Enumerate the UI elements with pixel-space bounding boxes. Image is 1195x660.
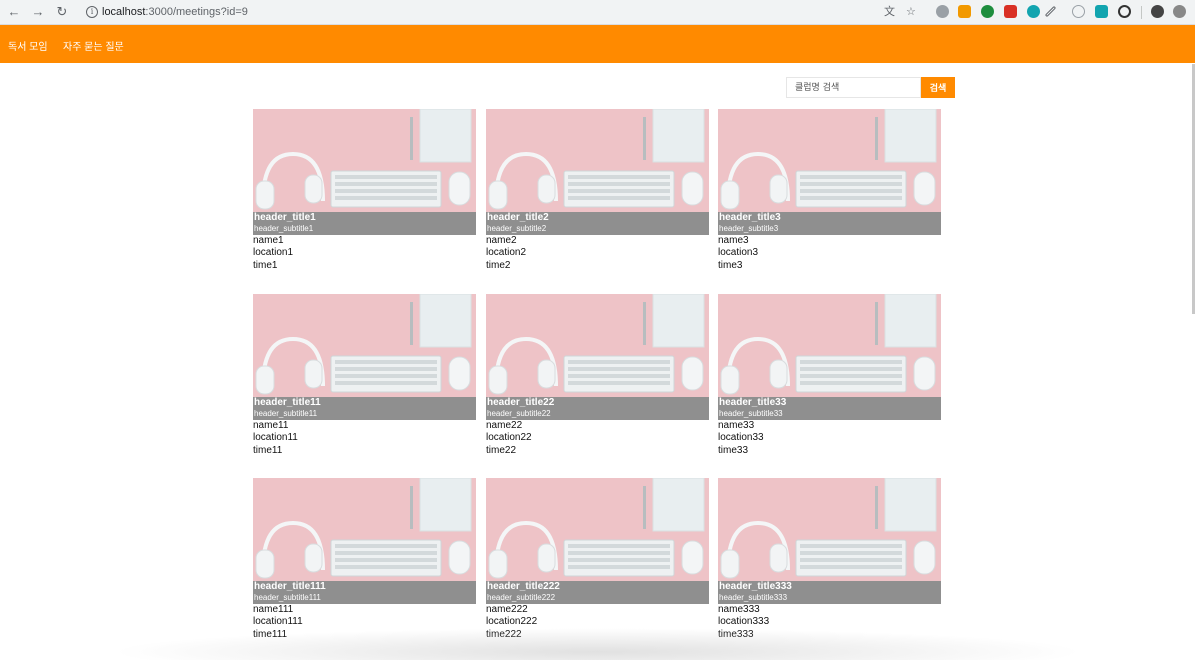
meeting-thumbnail[interactable] [486, 109, 709, 212]
card-time: time22 [486, 444, 517, 456]
card-name: name2 [486, 235, 517, 246]
card-title: header_title22 [487, 397, 555, 408]
card-subtitle: header_subtitle333 [719, 593, 788, 602]
card-location: location2 [486, 247, 527, 259]
address-bar[interactable]: i localhost:3000/meetings?id=9 文 ☆ [78, 3, 924, 22]
card-time: time11 [253, 444, 283, 456]
nav-book-club[interactable]: 독서 모임 [8, 38, 48, 53]
back-icon[interactable]: ← [6, 4, 22, 20]
bottom-shadow [110, 628, 1085, 660]
reload-icon[interactable]: ↻ [54, 4, 70, 20]
profile-avatar[interactable] [1151, 5, 1164, 18]
card-name: name111 [253, 604, 294, 615]
extension-icon[interactable] [936, 5, 949, 18]
meeting-thumbnail[interactable] [486, 294, 709, 397]
card-time: time33 [718, 444, 749, 456]
translate-icon[interactable]: 文 [884, 6, 895, 19]
card-subtitle: header_subtitle3 [719, 224, 779, 233]
evernote-icon[interactable] [981, 5, 994, 18]
extension-icon[interactable] [1095, 5, 1108, 18]
forward-icon[interactable]: → [30, 4, 46, 20]
card-location: location111 [253, 616, 303, 628]
url-text[interactable]: localhost:3000/meetings?id=9 [102, 6, 248, 18]
card-location: location22 [486, 432, 532, 444]
card-time: time3 [718, 259, 743, 271]
card-header: header_title111 header_subtitle111 [253, 581, 476, 604]
card-subtitle: header_subtitle222 [487, 593, 556, 602]
meeting-thumbnail[interactable] [718, 109, 941, 212]
meeting-card[interactable]: header_title22 header_subtitle22 name22 … [486, 294, 709, 457]
menu-icon[interactable] [1173, 5, 1186, 18]
toolbar-divider [1141, 6, 1142, 19]
card-title: header_title33 [719, 397, 787, 408]
card-location: location1 [253, 247, 294, 259]
card-header: header_title2 header_subtitle2 [486, 212, 709, 235]
card-header: header_title1 header_subtitle1 [253, 212, 476, 235]
browser-toolbar: ← → ↻ i localhost:3000/meetings?id=9 文 ☆ [0, 0, 1195, 25]
card-subtitle: header_subtitle22 [487, 409, 551, 418]
meeting-card[interactable]: header_title33 header_subtitle33 name33 … [718, 294, 941, 457]
card-title: header_title2 [487, 212, 549, 223]
card-location: location3 [718, 247, 759, 259]
club-search-input[interactable] [786, 77, 921, 98]
meeting-card[interactable]: header_title1 header_subtitle1 name1 loc… [253, 109, 476, 272]
card-location: location11 [253, 432, 298, 444]
search-button[interactable]: 검색 [921, 77, 955, 98]
card-title: header_title111 [254, 581, 326, 592]
card-header: header_title22 header_subtitle22 [486, 397, 709, 420]
extension-icon[interactable] [1118, 5, 1131, 18]
nav-faq[interactable]: 자주 묻는 질문 [63, 38, 124, 53]
card-title: header_title222 [487, 581, 560, 592]
card-name: name33 [718, 420, 755, 431]
card-title: header_title11 [254, 397, 321, 408]
card-title: header_title333 [719, 581, 792, 592]
card-header: header_title3 header_subtitle3 [718, 212, 941, 235]
meeting-card[interactable]: header_title333 header_subtitle333 name3… [718, 478, 941, 641]
card-name: name3 [718, 235, 749, 246]
card-name: name11 [253, 420, 289, 431]
card-subtitle: header_subtitle33 [719, 409, 783, 418]
bookmark-star-icon[interactable]: ☆ [906, 6, 916, 19]
card-name: name22 [486, 420, 523, 431]
meeting-card[interactable]: header_title3 header_subtitle3 name3 loc… [718, 109, 941, 272]
card-title: header_title1 [254, 212, 316, 223]
card-header: header_title333 header_subtitle333 [718, 581, 941, 604]
extension-icon[interactable] [958, 5, 971, 18]
extension-icon[interactable] [1072, 5, 1085, 18]
meeting-card[interactable]: header_title222 header_subtitle222 name2… [486, 478, 709, 641]
card-name: name1 [253, 235, 284, 246]
extension-icon[interactable] [1027, 5, 1040, 18]
card-location: location333 [718, 616, 770, 628]
meeting-thumbnail[interactable] [253, 109, 476, 212]
card-subtitle: header_subtitle11 [254, 409, 318, 418]
meeting-thumbnail[interactable] [253, 294, 476, 397]
card-subtitle: header_subtitle2 [487, 224, 547, 233]
extension-icon[interactable] [1004, 5, 1017, 18]
card-subtitle: header_subtitle111 [254, 593, 321, 602]
card-name: name222 [486, 604, 528, 615]
meeting-card[interactable]: header_title11 header_subtitle11 name11 … [253, 294, 476, 457]
meeting-thumbnail[interactable] [486, 478, 709, 581]
card-time: time1 [253, 259, 278, 271]
card-header: header_title33 header_subtitle33 [718, 397, 941, 420]
meeting-thumbnail[interactable] [718, 478, 941, 581]
app-header: 독서 모임 자주 묻는 질문 [0, 25, 1195, 63]
card-title: header_title3 [719, 212, 781, 223]
card-header: header_title222 header_subtitle222 [486, 581, 709, 604]
meeting-thumbnail[interactable] [718, 294, 941, 397]
meeting-card[interactable]: header_title111 header_subtitle111 name1… [253, 478, 476, 641]
site-info-icon[interactable]: i [86, 6, 98, 18]
card-location: location222 [486, 616, 538, 628]
card-subtitle: header_subtitle1 [254, 224, 314, 233]
meeting-thumbnail[interactable] [253, 478, 476, 581]
card-name: name333 [718, 604, 760, 615]
meeting-card[interactable]: header_title2 header_subtitle2 name2 loc… [486, 109, 709, 272]
card-time: time2 [486, 259, 511, 271]
eyedropper-icon[interactable] [1044, 5, 1057, 18]
card-location: location33 [718, 432, 764, 444]
card-header: header_title11 header_subtitle11 [253, 397, 476, 420]
